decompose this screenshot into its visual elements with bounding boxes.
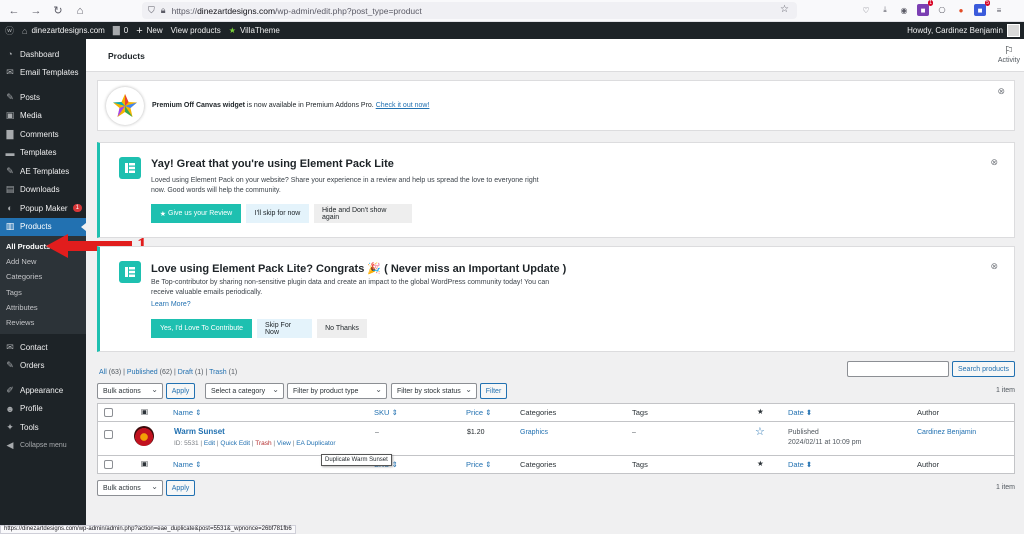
filter-trash-link[interactable]: Trash (209, 369, 227, 376)
learn-more-link[interactable]: Learn More? (151, 301, 191, 308)
date-column-footer[interactable]: Date ⬍ (788, 460, 812, 469)
image-column-icon: ▣ (141, 459, 149, 468)
name-column-footer[interactable]: Name ⇕ (173, 460, 201, 469)
activity-button[interactable]: ⚐ Activity (998, 44, 1020, 64)
status-filter-links: All (63) | Published (62) | Draft (1) | … (99, 369, 238, 376)
featured-star-icon: ★ (757, 407, 764, 416)
image-column-icon: ▣ (141, 407, 149, 416)
categories-column-header: Categories (520, 408, 557, 417)
page-title: Products (108, 51, 145, 61)
bulk-actions-select-bottom[interactable]: Bulk actions (97, 480, 163, 496)
close-icon[interactable]: ⊗ (990, 157, 998, 168)
close-icon[interactable]: ⊗ (997, 86, 1005, 97)
categories-column-footer: Categories (520, 460, 557, 469)
search-input[interactable] (847, 361, 949, 377)
star-icon: ★ (159, 210, 169, 218)
filter-draft-link[interactable]: Draft (178, 369, 193, 376)
tags-column-header: Tags (632, 408, 648, 417)
page-header: Products ⚐ Activity (86, 39, 1024, 72)
element-pack-review-notice: Yay! Great that you're using Element Pac… (97, 142, 1015, 238)
browser-status-bar: https://dinezartdesigns.com/wp-admin/adm… (0, 525, 296, 534)
sku-cell: – (375, 429, 379, 436)
duplicate-tooltip: Duplicate Warm Sunset (321, 454, 392, 466)
product-thumbnail[interactable] (134, 426, 154, 446)
bulk-actions-select[interactable]: Bulk actions (97, 383, 163, 399)
premium-addons-message: Premium Off Canvas widget is now availab… (152, 102, 430, 109)
date-column-header[interactable]: Date ⬍ (788, 408, 812, 417)
price-column-header[interactable]: Price ⇕ (466, 408, 491, 417)
stock-status-select[interactable]: Filter by stock status (391, 383, 477, 399)
featured-star-icon[interactable]: ☆ (755, 425, 765, 438)
no-thanks-button[interactable]: No Thanks (317, 319, 367, 338)
product-type-select[interactable]: Filter by product type (287, 383, 387, 399)
skip-for-now-button[interactable]: I'll skip for now (246, 204, 309, 223)
status-cell: Published (788, 429, 819, 436)
price-column-footer[interactable]: Price ⇕ (466, 460, 491, 469)
author-column-footer: Author (917, 460, 940, 469)
date-cell: 2024/02/11 at 10:09 pm (788, 439, 862, 446)
category-link[interactable]: Graphics (520, 429, 548, 436)
author-column-header: Author (917, 408, 940, 417)
row-checkbox[interactable] (104, 430, 113, 439)
premium-addons-notice: Premium Off Canvas widget is now availab… (97, 80, 1015, 131)
table-footer-row: ▣ Name ⇕ SKU ⇕ Price ⇕ Categories Tags ★… (98, 455, 1014, 473)
tags-cell: – (632, 429, 636, 436)
filter-all-link[interactable]: All (99, 369, 107, 376)
premium-addons-logo (106, 87, 144, 125)
quick-edit-link[interactable]: Quick Edit (220, 440, 250, 447)
product-name-link[interactable]: Warm Sunset (174, 427, 225, 436)
featured-star-icon: ★ (757, 459, 764, 468)
trash-link[interactable]: Trash (255, 440, 271, 447)
skip-for-now-button[interactable]: Skip For Now (257, 319, 312, 338)
items-count-bottom: 1 item (995, 484, 1015, 491)
apply-button[interactable]: Apply (166, 383, 195, 399)
row-actions: ID: 5531 | Edit | Quick Edit | Trash | V… (174, 440, 336, 447)
select-all-checkbox[interactable] (104, 408, 113, 417)
search-products-button[interactable]: Search products (952, 361, 1015, 377)
view-link[interactable]: View (277, 440, 291, 447)
give-review-button[interactable]: ★ Give us your Review (151, 204, 241, 223)
check-it-out-link[interactable]: Check it out now! (376, 102, 430, 109)
price-cell: $1.20 (467, 429, 485, 436)
notice-title: Yay! Great that you're using Element Pac… (151, 158, 394, 170)
category-select[interactable]: Select a category (205, 383, 284, 399)
tags-column-footer: Tags (632, 460, 648, 469)
name-column-header[interactable]: Name ⇕ (173, 408, 201, 417)
products-table: ▣ Name ⇕ SKU ⇕ Price ⇕ Categories Tags ★… (97, 403, 1015, 474)
notice-body: Be Top-contributor by sharing non-sensit… (151, 279, 550, 296)
items-count: 1 item (995, 387, 1015, 394)
author-link[interactable]: Cardinez Benjamin (917, 429, 976, 436)
element-pack-logo-icon (119, 157, 141, 179)
element-pack-logo-icon (119, 261, 141, 283)
sku-column-header[interactable]: SKU ⇕ (374, 408, 398, 417)
edit-link[interactable]: Edit (204, 440, 215, 447)
contribute-button[interactable]: Yes, I'd Love To Contribute (151, 319, 252, 338)
star-logo-icon (113, 94, 137, 117)
close-icon[interactable]: ⊗ (990, 261, 998, 272)
apply-button-bottom[interactable]: Apply (166, 480, 195, 496)
select-all-checkbox[interactable] (104, 460, 113, 469)
filter-button[interactable]: Filter (480, 383, 507, 399)
element-pack-contribute-notice: Love using Element Pack Lite? Congrats 🎉… (97, 246, 1015, 352)
ea-duplicator-link[interactable]: EA Duplicator (296, 440, 335, 447)
notice-body: Loved using Element Pack on your website… (151, 177, 539, 194)
flag-icon: ⚐ (1003, 45, 1014, 57)
table-header-row: ▣ Name ⇕ SKU ⇕ Price ⇕ Categories Tags ★… (98, 404, 1014, 422)
filter-published-link[interactable]: Published (127, 369, 158, 376)
notice-title: Love using Element Pack Lite? Congrats 🎉… (151, 263, 567, 275)
hide-dont-show-button[interactable]: Hide and Don't show again (314, 204, 412, 223)
